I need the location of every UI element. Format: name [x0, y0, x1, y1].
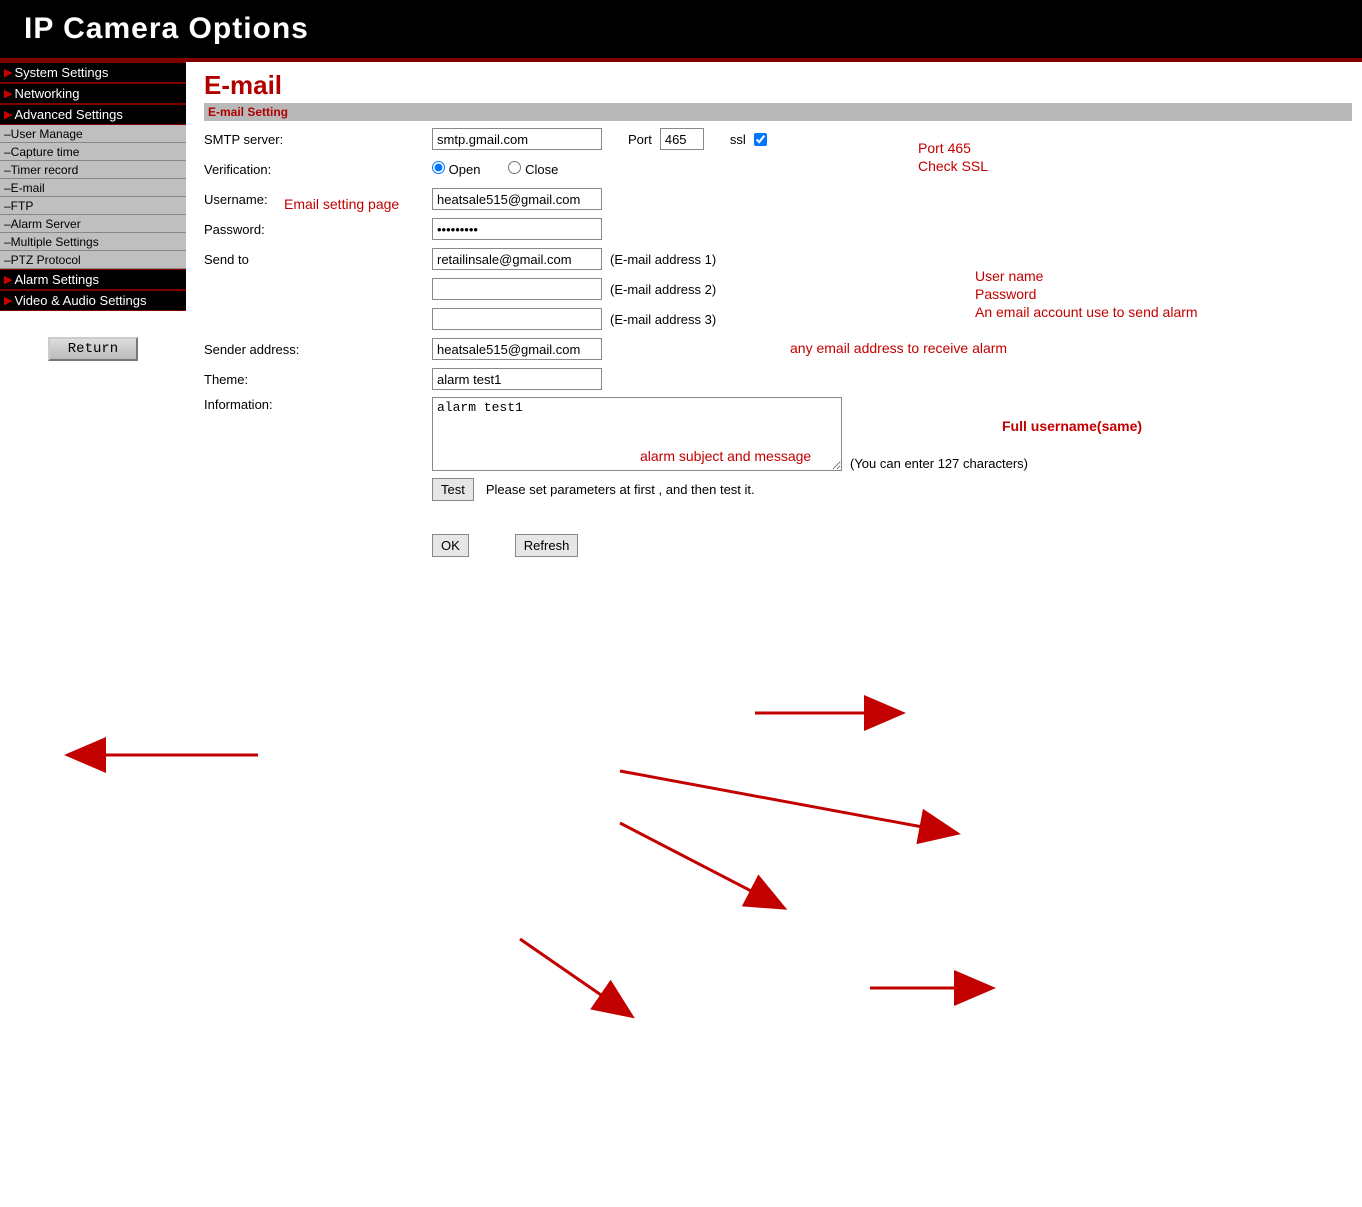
label-info: Information: [204, 397, 432, 412]
row-test: Test Please set parameters at first , an… [204, 477, 1352, 501]
sidebar-item-alarm-settings[interactable]: ▶Alarm Settings [0, 269, 186, 290]
label-verification: Verification: [204, 162, 432, 177]
ssl-checkbox[interactable] [754, 133, 767, 146]
sendto3-input[interactable] [432, 308, 602, 330]
sidebar-item-networking[interactable]: ▶Networking [0, 83, 186, 104]
radio-open-wrap[interactable]: Open [432, 161, 480, 177]
row-sendto1: Send to (E-mail address 1) [204, 247, 1352, 271]
sidebar-item-user-manage[interactable]: –User Manage [0, 125, 186, 143]
sidebar-item-advanced-settings[interactable]: ▶Advanced Settings [0, 104, 186, 125]
row-info: Information: (You can enter 127 characte… [204, 397, 1352, 471]
sidebar-item-system-settings[interactable]: ▶System Settings [0, 62, 186, 83]
label-ssl: ssl [730, 132, 746, 147]
row-sendto2: (E-mail address 2) [204, 277, 1352, 301]
sidebar-item-capture-time[interactable]: –Capture time [0, 143, 186, 161]
row-password: Password: [204, 217, 1352, 241]
label-sendto: Send to [204, 252, 432, 267]
ok-button[interactable]: OK [432, 534, 469, 557]
content-area: E-mail E-mail Setting SMTP server: Port … [186, 62, 1362, 563]
row-verification: Verification: Open Close [204, 157, 1352, 181]
port-input[interactable] [660, 128, 704, 150]
caret-right-icon: ▶ [4, 273, 12, 286]
refresh-button[interactable]: Refresh [515, 534, 579, 557]
username-input[interactable] [432, 188, 602, 210]
sidebar-item-multiple-settings[interactable]: –Multiple Settings [0, 233, 186, 251]
sendto1-input[interactable] [432, 248, 602, 270]
smtp-input[interactable] [432, 128, 602, 150]
sidebar-item-ftp[interactable]: –FTP [0, 197, 186, 215]
password-input[interactable] [432, 218, 602, 240]
sidebar-item-alarm-server[interactable]: –Alarm Server [0, 215, 186, 233]
row-actions: OK Refresh [204, 533, 1352, 557]
theme-input[interactable] [432, 368, 602, 390]
caret-right-icon: ▶ [4, 108, 12, 121]
sendto2-input[interactable] [432, 278, 602, 300]
label-password: Password: [204, 222, 432, 237]
sidebar: ▶System Settings ▶Networking ▶Advanced S… [0, 62, 186, 563]
hint-addr2: (E-mail address 2) [610, 282, 716, 297]
page-title: E-mail [204, 70, 1352, 101]
sidebar-item-video-audio-settings[interactable]: ▶Video & Audio Settings [0, 290, 186, 311]
hint-addr3: (E-mail address 3) [610, 312, 716, 327]
row-sendto3: (E-mail address 3) [204, 307, 1352, 331]
radio-close[interactable] [508, 161, 521, 174]
label-theme: Theme: [204, 372, 432, 387]
annotation-arrows [0, 563, 1362, 1207]
hint-addr1: (E-mail address 1) [610, 252, 716, 267]
radio-open[interactable] [432, 161, 445, 174]
app-header: IP Camera Options [0, 0, 1362, 62]
label-smtp: SMTP server: [204, 132, 432, 147]
caret-right-icon: ▶ [4, 87, 12, 100]
caret-right-icon: ▶ [4, 66, 12, 79]
sidebar-item-timer-record[interactable]: –Timer record [0, 161, 186, 179]
section-header: E-mail Setting [204, 103, 1352, 121]
sidebar-item-email[interactable]: –E-mail [0, 179, 186, 197]
row-username: Username: [204, 187, 1352, 211]
app-title: IP Camera Options [24, 12, 309, 46]
row-theme: Theme: [204, 367, 1352, 391]
label-sender: Sender address: [204, 342, 432, 357]
sidebar-item-ptz-protocol[interactable]: –PTZ Protocol [0, 251, 186, 269]
label-port: Port [628, 132, 652, 147]
sender-input[interactable] [432, 338, 602, 360]
test-button[interactable]: Test [432, 478, 474, 501]
caret-right-icon: ▶ [4, 294, 12, 307]
radio-close-wrap[interactable]: Close [508, 161, 558, 177]
info-textarea[interactable] [432, 397, 842, 471]
return-button[interactable]: Return [48, 337, 138, 361]
row-smtp: SMTP server: Port ssl [204, 127, 1352, 151]
test-hint: Please set parameters at first , and the… [486, 482, 755, 497]
label-username: Username: [204, 192, 432, 207]
row-sender: Sender address: [204, 337, 1352, 361]
hint-chars: (You can enter 127 characters) [850, 456, 1028, 471]
